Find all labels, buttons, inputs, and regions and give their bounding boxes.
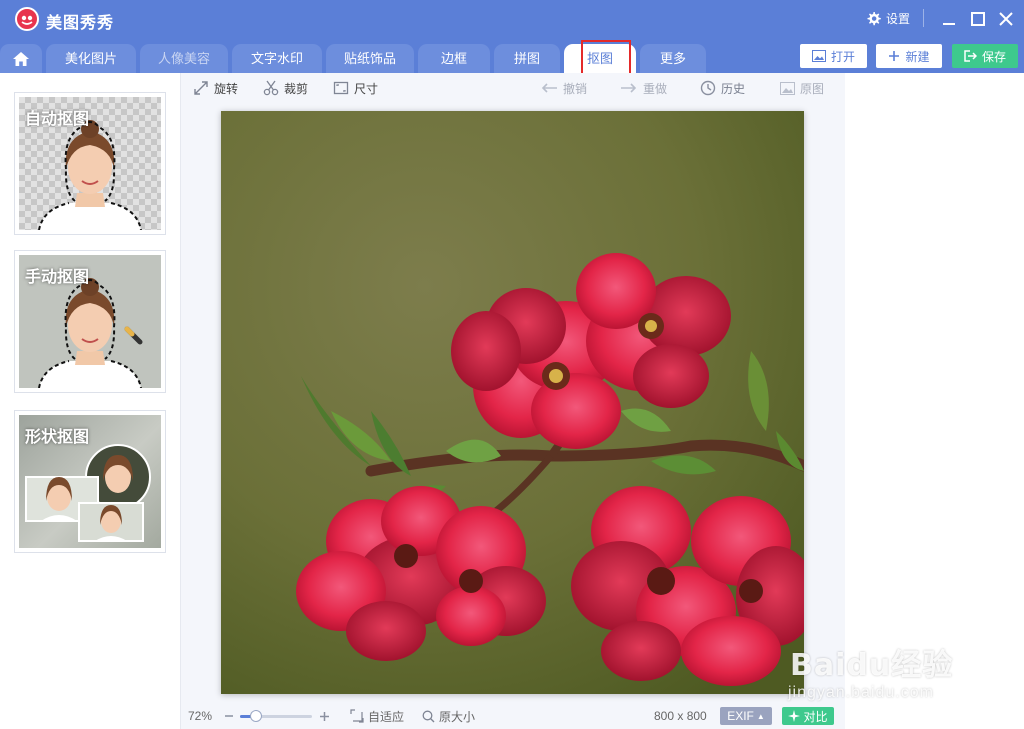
zoom-slider-handle[interactable] [249, 710, 262, 722]
tab-frames[interactable]: 边框 [418, 44, 490, 73]
edited-photo[interactable] [221, 111, 804, 694]
shape-cutout-title: 形状抠图 [25, 429, 90, 446]
original-button[interactable]: 原图 [780, 80, 824, 96]
zoom-out-button[interactable] [224, 708, 234, 724]
actual-size-button[interactable]: 原大小 [422, 708, 475, 724]
watermark-url: jingyan.baidu.com [788, 684, 934, 701]
undo-arrow-icon [541, 83, 557, 93]
tab-home[interactable] [0, 44, 42, 73]
original-label: 原图 [800, 81, 825, 96]
zoom-percent: 72% [188, 709, 213, 723]
right-panel [845, 73, 1024, 729]
rotate-tool[interactable]: 旋转 [193, 80, 238, 96]
tab-more[interactable]: 更多 [640, 44, 706, 73]
close-button[interactable] [995, 8, 1017, 30]
image-icon [780, 81, 795, 95]
app-logo [15, 7, 39, 31]
new-label: 新建 [905, 49, 930, 64]
open-label: 打开 [830, 49, 855, 64]
sparkle-icon [788, 710, 801, 722]
size-tool[interactable]: 尺寸 [333, 80, 378, 96]
close-icon [999, 12, 1013, 26]
titlebar-divider [923, 9, 924, 27]
caret-up-icon: ▲ [756, 711, 765, 721]
title-bar: 美图秀秀 设置 [0, 0, 1024, 40]
crop-tool[interactable]: 裁剪 [263, 80, 308, 96]
export-icon [964, 50, 977, 62]
plus-icon [320, 711, 329, 721]
resize-icon [333, 81, 349, 95]
crop-label: 裁剪 [284, 81, 309, 96]
watermark-brand: Baidu经验 [790, 648, 954, 683]
settings-label: 设置 [886, 12, 911, 26]
size-label: 尺寸 [354, 81, 379, 96]
manual-cutout-title: 手动抠图 [25, 269, 90, 286]
minimize-button[interactable] [938, 8, 960, 30]
magnifier-icon [422, 710, 435, 722]
redo-label: 重做 [643, 81, 668, 96]
maximize-icon [971, 12, 985, 26]
tab-portrait[interactable]: 人像美容 [140, 44, 228, 73]
maximize-button[interactable] [967, 8, 989, 30]
app-title: 美图秀秀 [46, 15, 115, 32]
minimize-icon [943, 23, 955, 25]
auto-cutout-title: 自动抠图 [25, 111, 90, 128]
compare-label: 对比 [803, 709, 828, 724]
settings-button[interactable]: 设置 [866, 10, 910, 27]
fit-icon [350, 709, 364, 723]
open-button[interactable]: 打开 [800, 44, 867, 68]
undo-button[interactable]: 撤销 [540, 80, 587, 96]
auto-cutout-card[interactable]: 自动抠图 [14, 92, 166, 235]
tab-beautify[interactable]: 美化图片 [46, 44, 136, 73]
redo-arrow-icon [621, 83, 637, 93]
image-dimensions: 800 x 800 [654, 709, 707, 723]
redo-button[interactable]: 重做 [620, 80, 667, 96]
rotate-icon [194, 81, 208, 95]
actual-size-label: 原大小 [439, 709, 476, 724]
scissors-icon [263, 80, 279, 96]
save-label: 保存 [981, 49, 1006, 64]
history-button[interactable]: 历史 [700, 80, 745, 96]
tab-text-watermark[interactable]: 文字水印 [232, 44, 322, 73]
tab-bar: 美化图片 人像美容 文字水印 贴纸饰品 边框 拼图 抠图 更多 [0, 40, 1024, 73]
fit-label: 自适应 [368, 709, 405, 724]
tab-collage[interactable]: 拼图 [494, 44, 560, 73]
new-button[interactable]: 新建 [876, 44, 942, 68]
clock-icon [700, 80, 716, 96]
compare-button[interactable]: 对比 [782, 707, 834, 725]
home-icon [13, 52, 29, 66]
undo-label: 撤销 [563, 81, 588, 96]
history-label: 历史 [721, 81, 746, 96]
shape-cutout-card[interactable]: 形状抠图 [14, 410, 166, 553]
pen-icon [124, 326, 143, 345]
zoom-in-button[interactable] [319, 708, 330, 724]
plus-icon [889, 51, 900, 61]
minus-icon [225, 715, 233, 717]
rotate-label: 旋转 [214, 81, 239, 96]
flower-photo [221, 111, 804, 694]
fit-button[interactable]: 自适应 [350, 708, 404, 724]
zoom-slider[interactable] [240, 710, 312, 722]
image-icon [811, 50, 826, 62]
manual-cutout-card[interactable]: 手动抠图 [14, 250, 166, 393]
exif-label: EXIF [727, 709, 754, 723]
gear-icon [867, 11, 881, 26]
save-button[interactable]: 保存 [952, 44, 1018, 68]
tab-stickers[interactable]: 贴纸饰品 [326, 44, 414, 73]
exif-button[interactable]: EXIF ▲ [720, 707, 772, 725]
